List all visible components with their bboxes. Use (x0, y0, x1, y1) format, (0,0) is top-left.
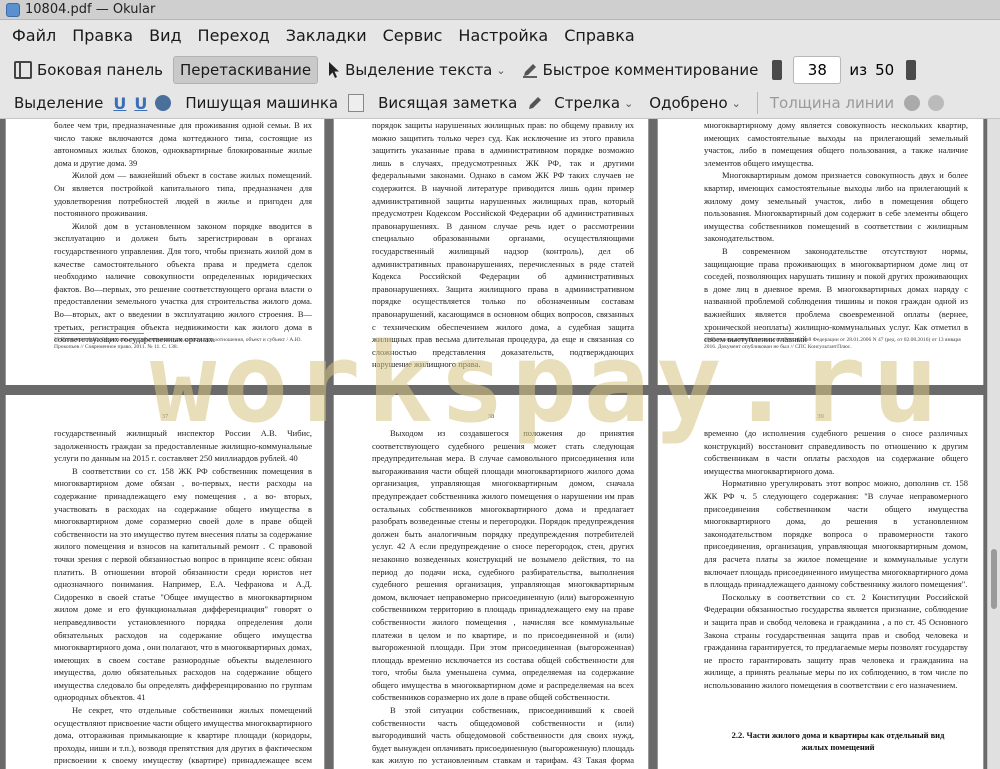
paragraph: В соответствии со ст. 158 ЖК РФ собствен… (54, 465, 312, 703)
typewriter-button[interactable]: Пишущая машинка (179, 89, 344, 117)
footnote-divider (704, 333, 794, 334)
paragraph: более чем три, предназначенные для прожи… (54, 120, 312, 168)
menu-go[interactable]: Переход (190, 20, 278, 52)
sidebar-label: Боковая панель (37, 61, 163, 79)
sidebar-button[interactable]: Боковая панель (8, 56, 169, 84)
menu-help[interactable]: Справка (556, 20, 643, 52)
footnote: 40 Постановление Правительства Российско… (704, 337, 961, 350)
highlight-button[interactable]: Выделение (8, 89, 109, 117)
page-of-label: из (849, 61, 868, 79)
highlight-label: Выделение (14, 94, 104, 112)
page-36: более чем три, предназначенные для прожи… (5, 119, 325, 385)
document-view[interactable]: более чем три, предназначенные для прожи… (0, 119, 987, 769)
next-page-icon[interactable] (906, 60, 917, 80)
menu-bar: Файл Правка Вид Переход Закладки Сервис … (0, 20, 1000, 52)
page-38-top-text: многоквартирному дому является совокупно… (704, 119, 968, 346)
okular-app-icon (6, 2, 20, 17)
paragraph: В современном законодательстве отсутству… (704, 245, 968, 345)
menu-tools[interactable]: Сервис (375, 20, 451, 52)
page-38-text: Выходом из создавшегося положения до при… (372, 427, 634, 769)
paragraph: Многоквартирным домом признается совокуп… (704, 170, 968, 244)
previous-page-icon[interactable] (772, 60, 783, 80)
page-39-text: временно (до исполнения судебного решени… (704, 427, 968, 691)
page-number: 39 (817, 413, 824, 420)
arrow-pen-icon (529, 97, 542, 109)
stamp-button[interactable]: Одобрено ⌄ (643, 89, 747, 117)
page-number-input[interactable]: 38 (793, 56, 842, 84)
main-toolbar: Боковая панель Перетаскивание Выделение … (0, 52, 1000, 88)
paragraph: Не секрет, что отдельные собственники жи… (54, 705, 312, 769)
color-icon[interactable] (904, 95, 921, 111)
menu-view[interactable]: Вид (141, 20, 189, 52)
toolbar-separator (756, 92, 758, 114)
popup-note-icon (348, 94, 365, 112)
stamp-label: Одобрено (649, 94, 728, 112)
quick-annotation-label: Быстрое комментирование (542, 61, 759, 79)
arrow-button[interactable]: Стрелка ⌄ (548, 89, 639, 117)
line-width-label: Толщина линии (769, 94, 895, 112)
page-number: 37 (161, 413, 169, 420)
paragraph: Выходом из создавшегося положения до при… (372, 428, 634, 703)
window-title: 10804.pdf — Okular (25, 2, 156, 17)
chevron-down-icon[interactable]: ⌄ (732, 97, 741, 110)
page-number: 38 (487, 413, 495, 420)
scrollbar-thumb[interactable] (991, 549, 997, 609)
browse-tool-label: Перетаскивание (180, 61, 312, 79)
typewriter-label: Пишущая машинка (185, 94, 339, 112)
popup-note-button[interactable]: Висящая заметка (372, 89, 523, 117)
line-width-button[interactable]: Толщина линии (764, 89, 900, 117)
popup-note-label: Висящая заметка (378, 94, 518, 112)
page-39: 39 временно (до исполнения судебного реш… (657, 395, 984, 769)
page-37-top: порядок защиты нарушенных жилищных прав:… (333, 119, 649, 385)
page-37-top-text: порядок защиты нарушенных жилищных прав:… (372, 119, 634, 371)
sidebar-icon (14, 61, 32, 79)
chevron-down-icon[interactable]: ⌄ (496, 64, 505, 77)
squiggle-underline-icon[interactable]: U (134, 94, 147, 113)
cursor-icon (329, 62, 340, 78)
window-titlebar: 10804.pdf — Okular (0, 0, 1000, 20)
paragraph: порядок защиты нарушенных жилищных прав:… (372, 120, 634, 370)
annotation-toolbar: Выделение U U Пишущая машинка Висящая за… (0, 88, 1000, 119)
pen-icon (522, 64, 537, 78)
paragraph: многоквартирному дому является совокупно… (704, 120, 968, 168)
menu-file[interactable]: Файл (4, 20, 64, 52)
quick-annotation-button[interactable]: Быстрое комментирование (516, 56, 765, 84)
paragraph: Нормативно урегулировать этот вопрос мож… (704, 478, 968, 590)
paragraph: государственный жилищный инспектор Росси… (54, 428, 312, 464)
menu-edit[interactable]: Правка (64, 20, 141, 52)
page-total-label: 50 (875, 61, 895, 79)
menu-settings[interactable]: Настройка (450, 20, 556, 52)
paragraph: Поскольку в соответствии со ст. 2 Консти… (704, 591, 968, 690)
page-37: 37 государственный жилищный инспектор Ро… (5, 395, 325, 769)
page-37-text: государственный жилищный инспектор Росси… (54, 427, 312, 769)
text-select-label: Выделение текста (345, 61, 493, 79)
page-38: 38 Выходом из создавшегося положения до … (333, 395, 649, 769)
page-36-text: более чем три, предназначенные для прожи… (54, 119, 312, 346)
chevron-down-icon[interactable]: ⌄ (624, 97, 633, 110)
strikeout-icon[interactable] (155, 95, 172, 111)
paragraph: В этой ситуации собственник, присоединив… (372, 705, 634, 769)
paragraph: временно (до исполнения судебного решени… (704, 428, 968, 476)
vertical-scrollbar[interactable] (987, 119, 1000, 769)
footnote: 39 Прокопьев А.Ю. Объективные и субъекти… (54, 337, 302, 350)
page-38-top: многоквартирному дому является совокупно… (657, 119, 984, 385)
arrow-label: Стрелка (554, 94, 621, 112)
paragraph: Жилой дом в установленном законом порядк… (54, 220, 312, 345)
text-select-button[interactable]: Выделение текста ⌄ (322, 56, 512, 84)
browse-tool-button[interactable]: Перетаскивание (173, 56, 319, 84)
paragraph: Жилой дом — важнейший объект в составе ж… (54, 170, 312, 219)
underline-icon[interactable]: U (113, 94, 126, 113)
menu-bookmarks[interactable]: Закладки (278, 20, 375, 52)
section-heading: 2.2. Части жилого дома и квартиры как от… (731, 730, 945, 752)
opacity-icon[interactable] (928, 95, 945, 111)
footnote-divider (54, 333, 144, 334)
